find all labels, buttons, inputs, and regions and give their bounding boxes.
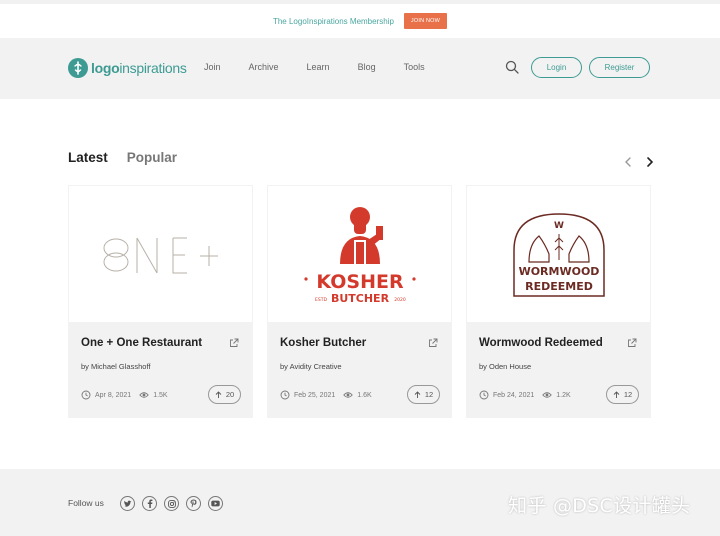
instagram-icon[interactable] xyxy=(164,496,179,511)
arrow-up-icon xyxy=(613,390,620,398)
carousel-arrows xyxy=(622,156,656,168)
card-title[interactable]: One + One Restaurant xyxy=(81,337,202,349)
card-image[interactable]: KOSHER BUTCHER ESTD 2020 xyxy=(267,185,452,323)
wormwood-redeemed-logo: W WORMWOOD REDEEMED xyxy=(513,213,605,297)
follow-us-label: Follow us xyxy=(68,498,104,508)
promo-bar: The LogoInspirations Membership JOIN NOW xyxy=(0,0,720,38)
nav-join[interactable]: Join xyxy=(204,62,221,72)
social-links xyxy=(120,496,223,511)
kosher-logo-word: KOSHER xyxy=(316,271,404,293)
card-date: Feb 24, 2021 xyxy=(493,391,535,399)
card-views: 1.2K xyxy=(556,391,571,399)
card-meta: Feb 25, 2021 1.6K xyxy=(280,390,372,400)
tab-popular[interactable]: Popular xyxy=(127,150,177,165)
clock-icon xyxy=(280,390,290,400)
clock-icon xyxy=(479,390,489,400)
kosher-logo-estd: ESTD xyxy=(315,297,327,303)
upvote-button[interactable]: 12 xyxy=(606,385,639,404)
twitter-icon[interactable] xyxy=(120,496,135,511)
card-title[interactable]: Wormwood Redeemed xyxy=(479,337,603,349)
wormwood-logo-line1: WORMWOOD xyxy=(519,265,600,278)
card-date: Apr 8, 2021 xyxy=(95,391,132,399)
logo-card[interactable]: W WORMWOOD REDEEMED Wormwood Redeemed by… xyxy=(466,185,651,418)
nav-blog[interactable]: Blog xyxy=(358,62,376,72)
chevron-left-icon[interactable] xyxy=(622,156,634,168)
watermark-text: 知乎 @DSC设计罐头 xyxy=(508,495,691,517)
footer: Follow us 知乎 @DSC设计罐头 xyxy=(0,469,720,536)
logo-mark-icon xyxy=(68,57,88,78)
nav-archive[interactable]: Archive xyxy=(249,62,279,72)
upvote-button[interactable]: 20 xyxy=(208,385,241,404)
logo-wordmark: logoinspirations xyxy=(91,60,187,76)
register-button[interactable]: Register xyxy=(589,57,650,78)
pinterest-icon[interactable] xyxy=(186,496,201,511)
eye-icon xyxy=(343,392,354,398)
external-link-icon[interactable] xyxy=(627,338,637,348)
upvote-button[interactable]: 12 xyxy=(407,385,440,404)
eye-icon xyxy=(542,392,553,398)
card-image[interactable]: W WORMWOOD REDEEMED xyxy=(466,185,651,323)
card-meta: Feb 24, 2021 1.2K xyxy=(479,390,571,400)
card-author[interactable]: by Avidity Creative xyxy=(280,362,342,371)
nav-learn[interactable]: Learn xyxy=(307,62,330,72)
logo-text-part1: logo xyxy=(91,59,120,76)
search-icon[interactable] xyxy=(505,60,519,74)
vote-count: 20 xyxy=(225,390,235,399)
card-date: Feb 25, 2021 xyxy=(294,391,336,399)
nav-tools[interactable]: Tools xyxy=(404,62,425,72)
one-plus-one-logo xyxy=(103,237,218,274)
card-views: 1.6K xyxy=(357,391,372,399)
card-author[interactable]: by Oden House xyxy=(479,362,531,371)
kosher-logo-sub: BUTCHER xyxy=(331,292,390,305)
chevron-right-icon[interactable] xyxy=(644,156,656,168)
logo-text-part2: inspirations xyxy=(119,59,187,76)
vote-count: 12 xyxy=(424,390,434,399)
wormwood-logo-line2: REDEEMED xyxy=(525,280,593,293)
card-meta: Apr 8, 2021 1.5K xyxy=(81,390,168,400)
external-link-icon[interactable] xyxy=(428,338,438,348)
eye-icon xyxy=(139,392,150,398)
youtube-icon[interactable] xyxy=(208,496,223,511)
site-logo[interactable]: logoinspirations xyxy=(68,57,187,78)
external-link-icon[interactable] xyxy=(229,338,239,348)
arrow-up-icon xyxy=(215,390,222,398)
card-views: 1.5K xyxy=(153,391,168,399)
logo-card[interactable]: One + One Restaurant by Michael Glasshof… xyxy=(68,185,253,418)
wormwood-logo-badge: W xyxy=(554,221,564,231)
card-image[interactable] xyxy=(68,185,253,323)
vote-count: 12 xyxy=(623,390,633,399)
tab-latest[interactable]: Latest xyxy=(68,150,108,165)
card-author[interactable]: by Michael Glasshoff xyxy=(81,362,150,371)
clock-icon xyxy=(81,390,91,400)
logo-card[interactable]: KOSHER BUTCHER ESTD 2020 Kosher Butcher … xyxy=(267,185,452,418)
facebook-icon[interactable] xyxy=(142,496,157,511)
nav-links: Join Archive Learn Blog Tools xyxy=(204,62,453,72)
join-now-button[interactable]: JOIN NOW xyxy=(403,13,448,29)
card-title[interactable]: Kosher Butcher xyxy=(280,337,366,349)
main-nav: logoinspirations Join Archive Learn Blog… xyxy=(0,38,720,99)
content-tabs: Latest Popular xyxy=(68,150,177,165)
arrow-up-icon xyxy=(414,390,421,398)
kosher-butcher-logo: KOSHER BUTCHER ESTD 2020 xyxy=(304,207,416,305)
promo-text[interactable]: The LogoInspirations Membership xyxy=(273,17,394,26)
login-button[interactable]: Login xyxy=(531,57,582,78)
kosher-logo-year: 2020 xyxy=(394,297,406,303)
